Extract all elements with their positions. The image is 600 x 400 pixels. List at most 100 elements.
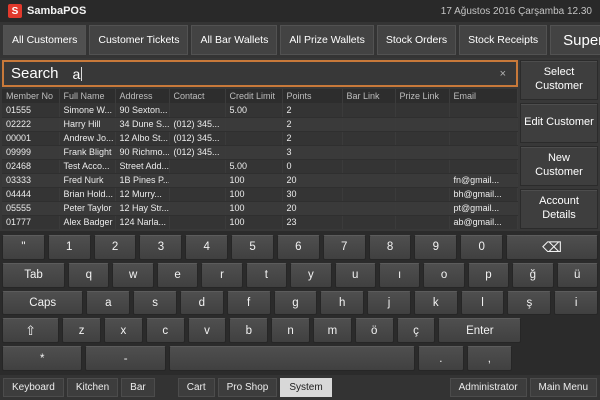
key-n[interactable]: n: [271, 318, 310, 343]
key-c[interactable]: c: [146, 318, 185, 343]
table-row[interactable]: 01555Simone W...90 Sexton...5.002: [2, 103, 518, 117]
pro-shop-button[interactable]: Pro Shop: [218, 378, 278, 397]
key-m[interactable]: m: [313, 318, 352, 343]
key-y[interactable]: y: [290, 263, 331, 288]
key-t[interactable]: t: [246, 263, 287, 288]
bar-button[interactable]: Bar: [121, 378, 155, 397]
table-cell: 12 Albo St...: [115, 131, 169, 145]
table-row[interactable]: 02468Test Acco...Street Add...5.000: [2, 159, 518, 173]
table-row[interactable]: 00001Andrew Jo...12 Albo St...(012) 345.…: [2, 131, 518, 145]
tab-stock-orders[interactable]: Stock Orders: [377, 25, 456, 55]
column-header-contact[interactable]: Contact: [169, 89, 225, 103]
key-2[interactable]: 2: [94, 235, 137, 260]
key-f[interactable]: f: [227, 291, 271, 316]
key-double-quote[interactable]: ": [2, 235, 45, 260]
key-5[interactable]: 5: [231, 235, 274, 260]
keyboard-button[interactable]: Keyboard: [3, 378, 64, 397]
tab-stock-receipts[interactable]: Stock Receipts: [459, 25, 547, 55]
table-row[interactable]: 02222Harry Hill34 Dune S...(012) 345...2: [2, 117, 518, 131]
column-header-credit-limit[interactable]: Credit Limit: [225, 89, 282, 103]
onscreen-keyboard: " 1 2 3 4 5 6 7 8 9 0 ⌫ Tab q w e r t y …: [0, 231, 600, 375]
key-asterisk[interactable]: *: [2, 346, 82, 371]
key-s-cedilla[interactable]: ş: [507, 291, 551, 316]
tab-customer-tickets[interactable]: Customer Tickets: [89, 25, 188, 55]
key-0[interactable]: 0: [460, 235, 503, 260]
table-cell: [395, 131, 449, 145]
key-8[interactable]: 8: [369, 235, 412, 260]
key-s[interactable]: s: [133, 291, 177, 316]
column-header-member-no[interactable]: Member No: [2, 89, 59, 103]
column-header-prize-link[interactable]: Prize Link: [395, 89, 449, 103]
key-1[interactable]: 1: [48, 235, 91, 260]
key-shift[interactable]: ⇧: [2, 318, 59, 343]
system-button[interactable]: System: [280, 378, 331, 397]
key-p[interactable]: p: [468, 263, 509, 288]
key-o-umlaut[interactable]: ö: [355, 318, 394, 343]
tab-all-bar-wallets[interactable]: All Bar Wallets: [191, 25, 277, 55]
column-header-address[interactable]: Address: [115, 89, 169, 103]
main-menu-button[interactable]: Main Menu: [530, 378, 597, 397]
new-customer-button[interactable]: New Customer: [520, 146, 598, 186]
kitchen-button[interactable]: Kitchen: [67, 378, 118, 397]
key-c-cedilla[interactable]: ç: [397, 318, 436, 343]
key-6[interactable]: 6: [277, 235, 320, 260]
table-row[interactable]: 05555Peter Taylor12 Hay Str...10020pt@gm…: [2, 201, 518, 215]
tab-all-prize-wallets[interactable]: All Prize Wallets: [280, 25, 373, 55]
column-header-email[interactable]: Email: [449, 89, 518, 103]
key-u[interactable]: u: [335, 263, 376, 288]
table-row[interactable]: 03333Fred Nurk1B Pines P...10020fn@gmail…: [2, 173, 518, 187]
key-period[interactable]: .: [418, 346, 464, 371]
key-w[interactable]: w: [112, 263, 153, 288]
edit-customer-button[interactable]: Edit Customer: [520, 103, 598, 143]
key-u-umlaut[interactable]: ü: [557, 263, 598, 288]
table-cell: [342, 201, 395, 215]
search-bar[interactable]: Search a ×: [2, 60, 518, 87]
key-dash[interactable]: -: [85, 346, 165, 371]
key-tab[interactable]: Tab: [2, 263, 65, 288]
column-header-points[interactable]: Points: [282, 89, 342, 103]
key-k[interactable]: k: [414, 291, 458, 316]
key-comma[interactable]: ,: [467, 346, 513, 371]
key-e[interactable]: e: [157, 263, 198, 288]
key-v[interactable]: v: [188, 318, 227, 343]
tab-supervisor[interactable]: Supervisor: [550, 25, 600, 55]
key-b[interactable]: b: [229, 318, 268, 343]
key-h[interactable]: h: [320, 291, 364, 316]
table-row[interactable]: 01777Alex Badger124 Narla...10023ab@gmai…: [2, 215, 518, 229]
select-customer-button[interactable]: Select Customer: [520, 60, 598, 100]
search-clear-button[interactable]: ×: [497, 68, 509, 80]
key-i[interactable]: i: [554, 291, 598, 316]
key-o[interactable]: o: [423, 263, 464, 288]
key-g[interactable]: g: [274, 291, 318, 316]
key-z[interactable]: z: [62, 318, 101, 343]
table-row[interactable]: 09999Frank Blight90 Richmo...(012) 345..…: [2, 145, 518, 159]
search-input[interactable]: a: [73, 66, 497, 82]
key-caps[interactable]: Caps: [2, 291, 83, 316]
administrator-button[interactable]: Administrator: [450, 378, 527, 397]
key-backspace[interactable]: ⌫: [506, 235, 598, 260]
account-details-button[interactable]: Account Details: [520, 189, 598, 229]
cart-button[interactable]: Cart: [178, 378, 215, 397]
key-d[interactable]: d: [180, 291, 224, 316]
column-header-bar-link[interactable]: Bar Link: [342, 89, 395, 103]
table-row[interactable]: 04444Brian Hold...12 Murry...10030bh@gma…: [2, 187, 518, 201]
key-x[interactable]: x: [104, 318, 143, 343]
key-l[interactable]: l: [461, 291, 505, 316]
key-3[interactable]: 3: [139, 235, 182, 260]
column-header-full-name[interactable]: Full Name: [59, 89, 115, 103]
table-cell: Simone W...: [59, 103, 115, 117]
key-r[interactable]: r: [201, 263, 242, 288]
key-9[interactable]: 9: [414, 235, 457, 260]
key-dotless-i[interactable]: ı: [379, 263, 420, 288]
tab-all-customers[interactable]: All Customers: [3, 25, 86, 55]
key-a[interactable]: a: [86, 291, 130, 316]
key-q[interactable]: q: [68, 263, 109, 288]
table-cell: 2: [282, 131, 342, 145]
key-4[interactable]: 4: [185, 235, 228, 260]
key-enter[interactable]: Enter: [438, 318, 521, 343]
key-space[interactable]: [169, 346, 415, 371]
key-g-breve[interactable]: ğ: [512, 263, 553, 288]
key-j[interactable]: j: [367, 291, 411, 316]
table-cell: 23: [282, 215, 342, 229]
key-7[interactable]: 7: [323, 235, 366, 260]
